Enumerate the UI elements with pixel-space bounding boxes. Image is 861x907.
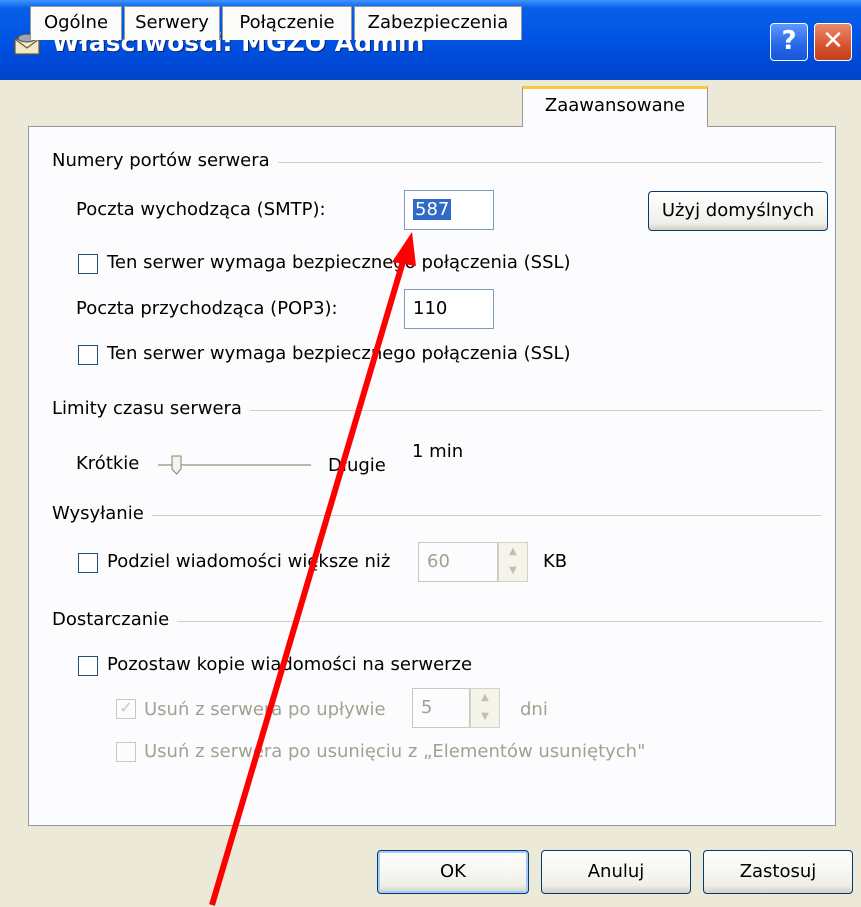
smtp-port-value: 587	[413, 199, 452, 220]
split-messages-label: Podziel wiadomości większe niż	[107, 551, 391, 572]
split-messages-checkbox[interactable]	[78, 553, 98, 573]
tab-security[interactable]: Zabezpieczenia	[354, 6, 522, 40]
tab-connection[interactable]: Połączenie	[222, 6, 352, 40]
timeout-long-label: Długie	[328, 455, 386, 476]
timeout-slider-thumb[interactable]	[171, 455, 182, 475]
spin-up-icon[interactable]: ▲	[499, 543, 527, 562]
smtp-ssl-label: Ten serwer wymaga bezpiecznego połączeni…	[107, 252, 571, 273]
spin-up-icon[interactable]: ▲	[471, 689, 499, 708]
split-size-spinner[interactable]: ▲ ▼	[498, 542, 528, 582]
close-button[interactable]: ✕	[814, 23, 852, 61]
pop3-ssl-checkbox[interactable]	[78, 345, 98, 365]
use-defaults-button[interactable]: Użyj domyślnych	[648, 191, 828, 231]
ports-group-label: Numery portów serwera	[52, 150, 278, 171]
tab-general[interactable]: Ogólne	[30, 6, 122, 40]
remove-deleted-checkbox[interactable]	[116, 742, 136, 762]
remove-after-days-input[interactable]: 5	[412, 688, 470, 728]
smtp-port-label: Poczta wychodząca (SMTP):	[76, 199, 326, 220]
days-unit-label: dni	[520, 699, 548, 720]
spin-down-icon[interactable]: ▼	[471, 708, 499, 727]
split-size-input[interactable]: 60	[418, 542, 498, 582]
remove-deleted-label: Usuń z serwera po usunięciu z „Elementów…	[144, 741, 646, 762]
split-size-value: 60	[427, 551, 450, 572]
timeouts-group-label: Limity czasu serwera	[52, 398, 250, 419]
tab-advanced[interactable]: Zaawansowane	[522, 86, 708, 127]
timeout-value: 1 min	[412, 441, 464, 462]
remove-after-label: Usuń z serwera po upływie	[144, 699, 386, 720]
apply-button[interactable]: Zastosuj	[703, 850, 853, 894]
help-button[interactable]: ?	[770, 23, 808, 61]
timeout-short-label: Krótkie	[76, 453, 140, 474]
pop3-port-value: 110	[413, 298, 448, 319]
properties-dialog: Właściwości: MGZO Admin ? ✕ Ogólne Serwe…	[0, 0, 861, 907]
cancel-button[interactable]: Anuluj	[541, 850, 691, 894]
delivery-group-label: Dostarczanie	[52, 609, 178, 630]
sending-group-line	[52, 515, 822, 516]
tab-servers[interactable]: Serwery	[124, 6, 220, 40]
sending-group-label: Wysyłanie	[52, 503, 152, 524]
leave-copy-label: Pozostaw kopie wiadomości na serwerze	[107, 654, 473, 675]
ok-button[interactable]: OK	[377, 850, 529, 894]
remove-after-days-value: 5	[421, 697, 433, 718]
smtp-ssl-checkbox[interactable]	[78, 254, 98, 274]
pop3-port-label: Poczta przychodząca (POP3):	[76, 298, 338, 319]
remove-after-checkbox[interactable]: ✓	[116, 699, 136, 719]
remove-after-spinner[interactable]: ▲ ▼	[470, 688, 500, 728]
spin-down-icon[interactable]: ▼	[499, 562, 527, 581]
pop3-port-input[interactable]: 110	[404, 289, 494, 329]
smtp-port-input[interactable]: 587	[404, 190, 494, 230]
pop3-ssl-label: Ten serwer wymaga bezpiecznego połączeni…	[107, 343, 571, 364]
split-size-unit: KB	[543, 551, 568, 572]
leave-copy-checkbox[interactable]	[78, 656, 98, 676]
